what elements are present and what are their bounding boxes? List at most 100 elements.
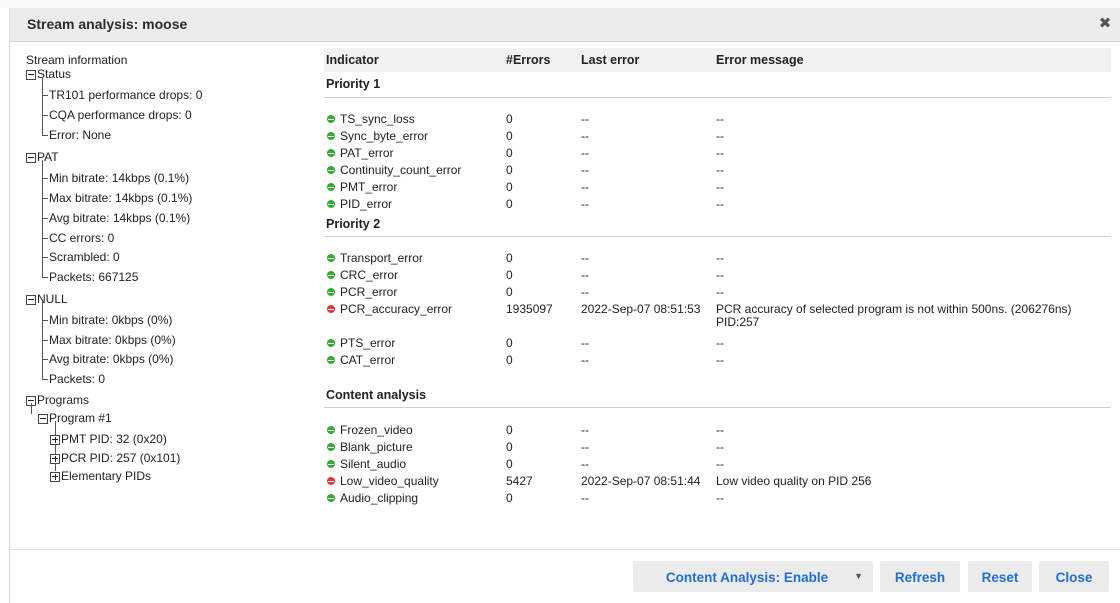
- error-message: --: [716, 423, 724, 437]
- refresh-button[interactable]: Refresh: [880, 561, 960, 592]
- reset-button[interactable]: Reset: [968, 561, 1032, 592]
- table-row: Audio_clipping 0 -- --: [324, 490, 1111, 506]
- expand-icon[interactable]: [50, 471, 60, 482]
- content-analysis-label: Content Analysis: Enable: [665, 570, 829, 585]
- tree-node-pmt-pid[interactable]: PMT PID: 32 (0x20): [50, 431, 167, 447]
- column-header-error-message[interactable]: Error message: [716, 53, 804, 67]
- error-count: 0: [506, 457, 513, 471]
- collapse-icon[interactable]: [26, 69, 36, 80]
- table-row: Low_video_quality 5427 2022-Sep-07 08:51…: [324, 473, 1111, 489]
- tree-connector: [42, 238, 48, 239]
- status-ok-icon: [327, 443, 335, 451]
- tree-node-status[interactable]: Status: [26, 66, 71, 82]
- tree-node-label: PCR PID: 257 (0x101): [61, 451, 181, 465]
- background-page-strip: [0, 0, 1120, 8]
- tree-leaf: TR101 performance drops: 0: [49, 88, 203, 102]
- tree-leaf: Avg bitrate: 14kbps (0.1%): [49, 211, 191, 225]
- error-count: 0: [506, 163, 513, 177]
- tree-leaf: Max bitrate: 14kbps (0.1%): [49, 191, 193, 205]
- status-error-icon: [327, 477, 335, 485]
- expand-icon[interactable]: [50, 453, 60, 464]
- indicator-name: TS_sync_loss: [340, 112, 415, 126]
- tree-connector: [31, 403, 32, 414]
- last-error-time: --: [581, 251, 589, 265]
- column-header-errors[interactable]: #Errors: [506, 53, 550, 67]
- footer-divider: [10, 549, 1120, 550]
- error-message: --: [716, 129, 724, 143]
- tree-connector: [42, 277, 48, 278]
- expand-icon[interactable]: [50, 434, 60, 445]
- indicator-name: CAT_error: [340, 353, 396, 367]
- indicator-name: PID_error: [340, 197, 393, 211]
- error-message: --: [716, 336, 724, 350]
- error-count: 0: [506, 197, 513, 211]
- section-title-priority-2: Priority 2: [326, 217, 381, 231]
- indicator-name: Sync_byte_error: [340, 129, 429, 143]
- indicator-name: Audio_clipping: [340, 491, 419, 505]
- tree-node-pcr-pid[interactable]: PCR PID: 257 (0x101): [50, 450, 180, 466]
- status-error-icon: [327, 305, 335, 313]
- status-ok-icon: [327, 254, 335, 262]
- tree-leaf: Avg bitrate: 0kbps (0%): [49, 352, 174, 366]
- table-row: PTS_error 0 -- --: [324, 335, 1111, 351]
- indicator-name: Blank_picture: [340, 440, 413, 454]
- last-error-time: --: [581, 180, 589, 194]
- dialog-title: Stream analysis: moose: [27, 16, 188, 32]
- last-error-time: --: [581, 440, 589, 454]
- indicator-name: Silent_audio: [340, 457, 407, 471]
- tree-connector: [42, 178, 48, 179]
- tree-node-label: Elementary PIDs: [61, 469, 152, 483]
- indicator-name: PCR_accuracy_error: [340, 302, 453, 316]
- table-header-row: Indicator #Errors Last error Error messa…: [324, 48, 1111, 72]
- table-row: PCR_error 0 -- --: [324, 284, 1111, 300]
- error-message: --: [716, 146, 724, 160]
- status-ok-icon: [327, 288, 335, 296]
- error-message: Low video quality on PID 256: [716, 474, 872, 488]
- close-icon[interactable]: ✖: [1095, 14, 1115, 34]
- indicator-name: Transport_error: [340, 251, 423, 265]
- tree-node-null[interactable]: NULL: [26, 291, 68, 307]
- last-error-time: 2022-Sep-07 08:51:44: [581, 474, 701, 488]
- last-error-time: --: [581, 491, 589, 505]
- indicator-name: PAT_error: [340, 146, 394, 160]
- tree-leaf: Packets: 667125: [49, 270, 139, 284]
- last-error-time: --: [581, 336, 589, 350]
- chevron-down-icon: ▼: [854, 571, 863, 581]
- tree-leaf: Min bitrate: 0kbps (0%): [49, 313, 173, 327]
- error-count: 0: [506, 112, 513, 126]
- indicator-name: Low_video_quality: [340, 474, 439, 488]
- tree-connector: [42, 340, 48, 341]
- table-row: Continuity_count_error 0 -- --: [324, 162, 1111, 178]
- error-count: 0: [506, 353, 513, 367]
- tree-node-label: PAT: [37, 150, 59, 164]
- status-ok-icon: [327, 494, 335, 502]
- status-ok-icon: [327, 166, 335, 174]
- section-divider: [324, 407, 1111, 408]
- table-row: PCR_accuracy_error 1935097 2022-Sep-07 0…: [324, 301, 1111, 331]
- error-count: 0: [506, 336, 513, 350]
- column-header-last-error[interactable]: Last error: [581, 53, 639, 67]
- close-button[interactable]: Close: [1039, 561, 1109, 592]
- collapse-icon[interactable]: [38, 413, 48, 424]
- error-count: 0: [506, 285, 513, 299]
- error-count: 0: [506, 129, 513, 143]
- indicator-name: CRC_error: [340, 268, 399, 282]
- section-title-priority-1: Priority 1: [326, 77, 381, 91]
- last-error-time: --: [581, 197, 589, 211]
- tree-node-label: PMT PID: 32 (0x20): [61, 432, 167, 446]
- collapse-icon[interactable]: [26, 294, 36, 305]
- error-message: PCR accuracy of selected program is not …: [716, 302, 1072, 329]
- status-ok-icon: [327, 200, 335, 208]
- content-analysis-dropdown[interactable]: Content Analysis: Enable ▼: [633, 561, 873, 592]
- error-count: 0: [506, 180, 513, 194]
- status-ok-icon: [327, 132, 335, 140]
- column-header-indicator[interactable]: Indicator: [326, 53, 379, 67]
- error-count: 5427: [506, 474, 533, 488]
- collapse-icon[interactable]: [26, 152, 36, 163]
- error-count: 0: [506, 423, 513, 437]
- status-ok-icon: [327, 183, 335, 191]
- tree-node-elementary-pids[interactable]: Elementary PIDs: [50, 468, 151, 484]
- tree-node-programs[interactable]: Programs: [26, 392, 89, 408]
- tree-node-program-1[interactable]: Program #1: [38, 410, 112, 426]
- last-error-time: --: [581, 423, 589, 437]
